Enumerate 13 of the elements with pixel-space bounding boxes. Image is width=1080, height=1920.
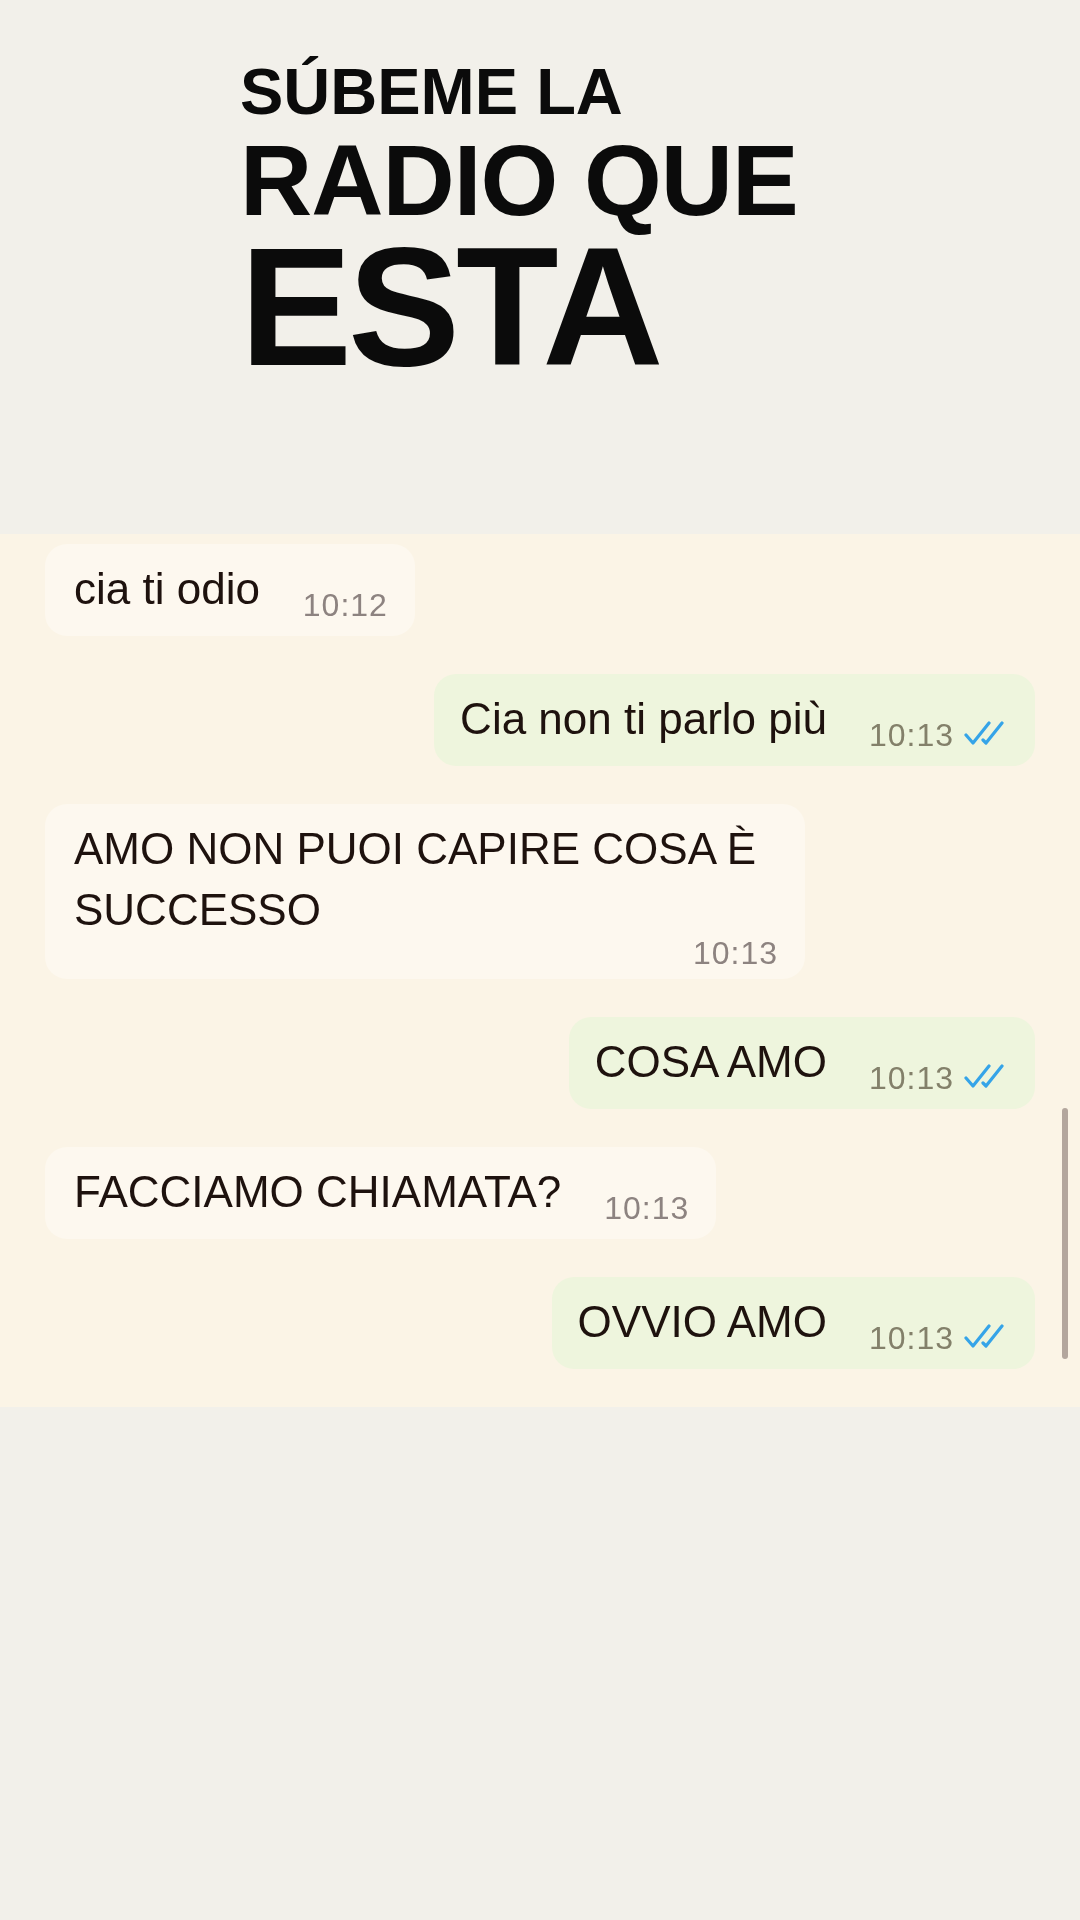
scrollbar[interactable] — [1062, 1108, 1068, 1359]
message-time: 10:13 — [868, 1062, 954, 1094]
message-text: OVVIO AMO — [577, 1297, 827, 1346]
message-text: AMO NON PUOI CAPIRE COSA È SUCCESSO — [74, 824, 757, 934]
message-text: COSA AMO — [594, 1037, 827, 1086]
message-time: 10:13 — [868, 1322, 954, 1354]
message-time: 10:12 — [302, 589, 388, 621]
message-time: 10:13 — [692, 937, 778, 969]
message-time: 10:13 — [604, 1192, 690, 1224]
message-text: FACCIAMO CHIAMATA? — [74, 1167, 562, 1216]
message-text: cia ti odio — [74, 564, 260, 613]
message-time: 10:13 — [868, 719, 954, 751]
message-text: Cia non ti parlo più — [460, 694, 827, 743]
